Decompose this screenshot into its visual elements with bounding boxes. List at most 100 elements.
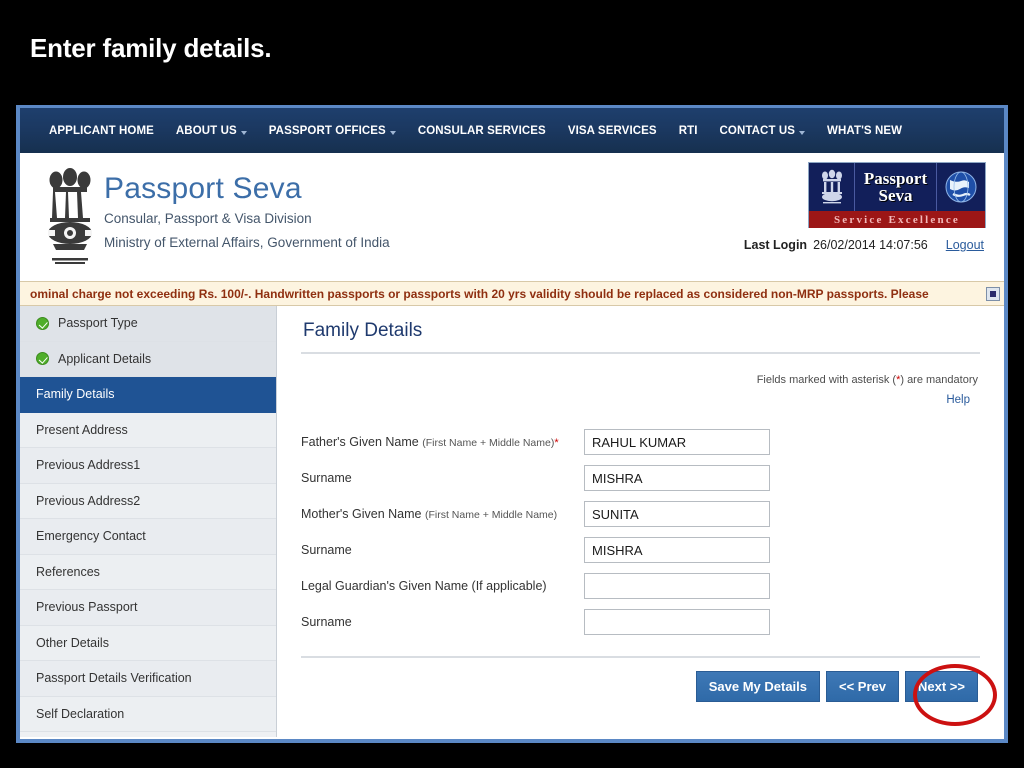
sidebar-item-label: Passport Details Verification bbox=[36, 671, 192, 686]
sidebar-item-present-address[interactable]: Present Address bbox=[20, 412, 276, 448]
sidebar-item-label: Present Address bbox=[36, 422, 128, 437]
chevron-down-icon bbox=[389, 130, 396, 135]
logo-word-1: Passport bbox=[863, 169, 928, 188]
field-label: Surname bbox=[301, 471, 584, 485]
family-details-form: Father's Given Name (First Name + Middle… bbox=[301, 424, 980, 640]
sidebar-item-label: Previous Address1 bbox=[36, 458, 141, 473]
next-button[interactable]: Next >> bbox=[905, 671, 978, 702]
sidebar-item-label: Other Details bbox=[36, 635, 109, 650]
check-circle-icon bbox=[36, 316, 49, 330]
nav-item-consular-services[interactable]: CONSULAR SERVICES bbox=[407, 125, 557, 137]
nav-item-label: RTI bbox=[678, 124, 698, 137]
brand-subtitle-2: Ministry of External Affairs, Government… bbox=[104, 235, 390, 250]
field-label-hint: (First Name + Middle Name) bbox=[424, 508, 558, 521]
nav-item-label: CONSULAR SERVICES bbox=[417, 124, 546, 137]
site-header: Passport Seva Consular, Passport & Visa … bbox=[20, 153, 1004, 281]
field-label-main: Legal Guardian's Given Name (If applicab… bbox=[301, 579, 547, 593]
field-label-hint: (First Name + Middle Name) bbox=[422, 436, 555, 449]
form-row: Legal Guardian's Given Name (If applicab… bbox=[301, 568, 980, 604]
last-login-info: Last Login 26/02/2014 14:07:56 Logout bbox=[744, 238, 984, 252]
ashoka-emblem-icon bbox=[48, 168, 92, 264]
logo-word-2: Seva bbox=[878, 186, 913, 205]
brand-title: Passport Seva bbox=[104, 172, 302, 205]
sidebar-item-previous-passport[interactable]: Previous Passport bbox=[20, 590, 276, 626]
form-steps-sidebar: Passport Type Applicant Details Family Det… bbox=[20, 306, 277, 737]
passport-seva-logo: Passport Seva Service Excellence bbox=[808, 162, 986, 228]
announcement-ticker: ominal charge not exceeding Rs. 100/-. H… bbox=[20, 281, 1004, 306]
footer-divider bbox=[301, 656, 980, 658]
field-label: Father's Given Name (First Name + Middle… bbox=[301, 435, 584, 450]
field-label-main: Surname bbox=[301, 615, 352, 629]
primary-navigation: APPLICANT HOME ABOUT US PASSPORT OFFICES CO… bbox=[20, 108, 1004, 153]
field-input[interactable] bbox=[584, 429, 770, 455]
brand-block: Passport Seva Consular, Passport & Visa … bbox=[104, 171, 390, 255]
logout-link[interactable]: Logout bbox=[946, 238, 984, 252]
sidebar-item-other-details[interactable]: Other Details bbox=[20, 625, 276, 661]
field-label: Surname bbox=[301, 543, 584, 557]
sidebar-item-self-declaration[interactable]: Self Declaration bbox=[20, 696, 276, 732]
check-circle-icon bbox=[36, 352, 49, 366]
field-input[interactable] bbox=[584, 573, 770, 599]
form-action-buttons: Save My Details << Prev Next >> bbox=[301, 671, 980, 702]
nav-item-label: CONTACT US bbox=[719, 124, 796, 137]
nav-item-visa-services[interactable]: VISA SERVICES bbox=[557, 125, 668, 137]
form-row: Surname bbox=[301, 532, 980, 568]
sidebar-item-label: Previous Passport bbox=[36, 600, 138, 615]
nav-item-label: ABOUT US bbox=[175, 124, 237, 137]
sidebar-item-label: Emergency Contact bbox=[36, 529, 146, 544]
sidebar-item-emergency-contact[interactable]: Emergency Contact bbox=[20, 519, 276, 555]
last-login-value: 26/02/2014 14:07:56 bbox=[813, 238, 928, 252]
mandatory-fields-note: Fields marked with asterisk (*) are mand… bbox=[301, 374, 980, 386]
last-login-label: Last Login bbox=[743, 238, 808, 252]
field-label-main: Surname bbox=[301, 471, 352, 485]
nav-item-label: VISA SERVICES bbox=[567, 124, 657, 137]
nav-item-contact-us[interactable]: CONTACT US bbox=[709, 125, 817, 137]
mandatory-note-post: ) are mandatory bbox=[900, 374, 978, 386]
field-label: Mother's Given Name (First Name + Middle… bbox=[301, 507, 584, 522]
field-label-main: Father's Given Name bbox=[301, 434, 419, 449]
form-row: Surname bbox=[301, 460, 980, 496]
nav-item-passport-offices[interactable]: PASSPORT OFFICES bbox=[258, 125, 407, 137]
form-row: Mother's Given Name (First Name + Middle… bbox=[301, 496, 980, 532]
sidebar-item-label: Previous Address2 bbox=[36, 493, 141, 508]
main-panel: Family Details Fields marked with asteri… bbox=[277, 306, 1004, 737]
sidebar-item-label: Self Declaration bbox=[36, 706, 125, 721]
field-input[interactable] bbox=[584, 501, 770, 527]
sidebar-item-references[interactable]: References bbox=[20, 554, 276, 590]
nav-item-applicant-home[interactable]: APPLICANT HOME bbox=[38, 125, 165, 137]
field-input[interactable] bbox=[584, 537, 770, 563]
heading-divider bbox=[301, 352, 980, 354]
announcement-text: ominal charge not exceeding Rs. 100/-. H… bbox=[30, 286, 929, 301]
ticker-stop-icon[interactable] bbox=[986, 286, 1000, 301]
field-input[interactable] bbox=[584, 609, 770, 635]
sidebar-item-previous-address2[interactable]: Previous Address2 bbox=[20, 483, 276, 519]
field-input[interactable] bbox=[584, 465, 770, 491]
sidebar-item-family-details[interactable]: Family Details bbox=[20, 377, 276, 413]
sidebar-item-label: Passport Type bbox=[58, 316, 138, 331]
nav-item-rti[interactable]: RTI bbox=[668, 125, 709, 137]
sidebar-item-label: Family Details bbox=[36, 387, 115, 402]
field-label: Legal Guardian's Given Name (If applicab… bbox=[301, 579, 584, 593]
prev-button[interactable]: << Prev bbox=[826, 671, 900, 702]
sidebar-item-passport-details-verification[interactable]: Passport Details Verification bbox=[20, 661, 276, 697]
logo-emblem-icon bbox=[809, 163, 855, 211]
nav-item-what-s-new[interactable]: WHAT'S NEW bbox=[816, 125, 913, 137]
brand-subtitle-1: Consular, Passport & Visa Division bbox=[104, 211, 312, 226]
sidebar-item-passport-type[interactable]: Passport Type bbox=[20, 306, 276, 342]
mandatory-note-pre: Fields marked with asterisk ( bbox=[756, 374, 897, 386]
nav-item-label: APPLICANT HOME bbox=[49, 124, 154, 137]
sidebar-item-applicant-details[interactable]: Applicant Details bbox=[20, 341, 276, 377]
help-link[interactable]: Help bbox=[301, 394, 980, 406]
page-title: Family Details bbox=[303, 320, 423, 341]
form-row: Father's Given Name (First Name + Middle… bbox=[301, 424, 980, 460]
chevron-down-icon bbox=[240, 130, 247, 135]
sidebar-item-previous-address1[interactable]: Previous Address1 bbox=[20, 448, 276, 484]
nav-item-label: WHAT'S NEW bbox=[827, 124, 903, 137]
field-label: Surname bbox=[301, 615, 584, 629]
sidebar-item-label: References bbox=[36, 564, 100, 579]
globe-icon bbox=[937, 163, 985, 211]
save-my-details-button[interactable]: Save My Details bbox=[695, 671, 821, 702]
browser-window: APPLICANT HOME ABOUT US PASSPORT OFFICES CO… bbox=[16, 105, 1008, 743]
nav-item-about-us[interactable]: ABOUT US bbox=[165, 125, 258, 137]
logo-wordmark: Passport Seva bbox=[855, 163, 937, 211]
